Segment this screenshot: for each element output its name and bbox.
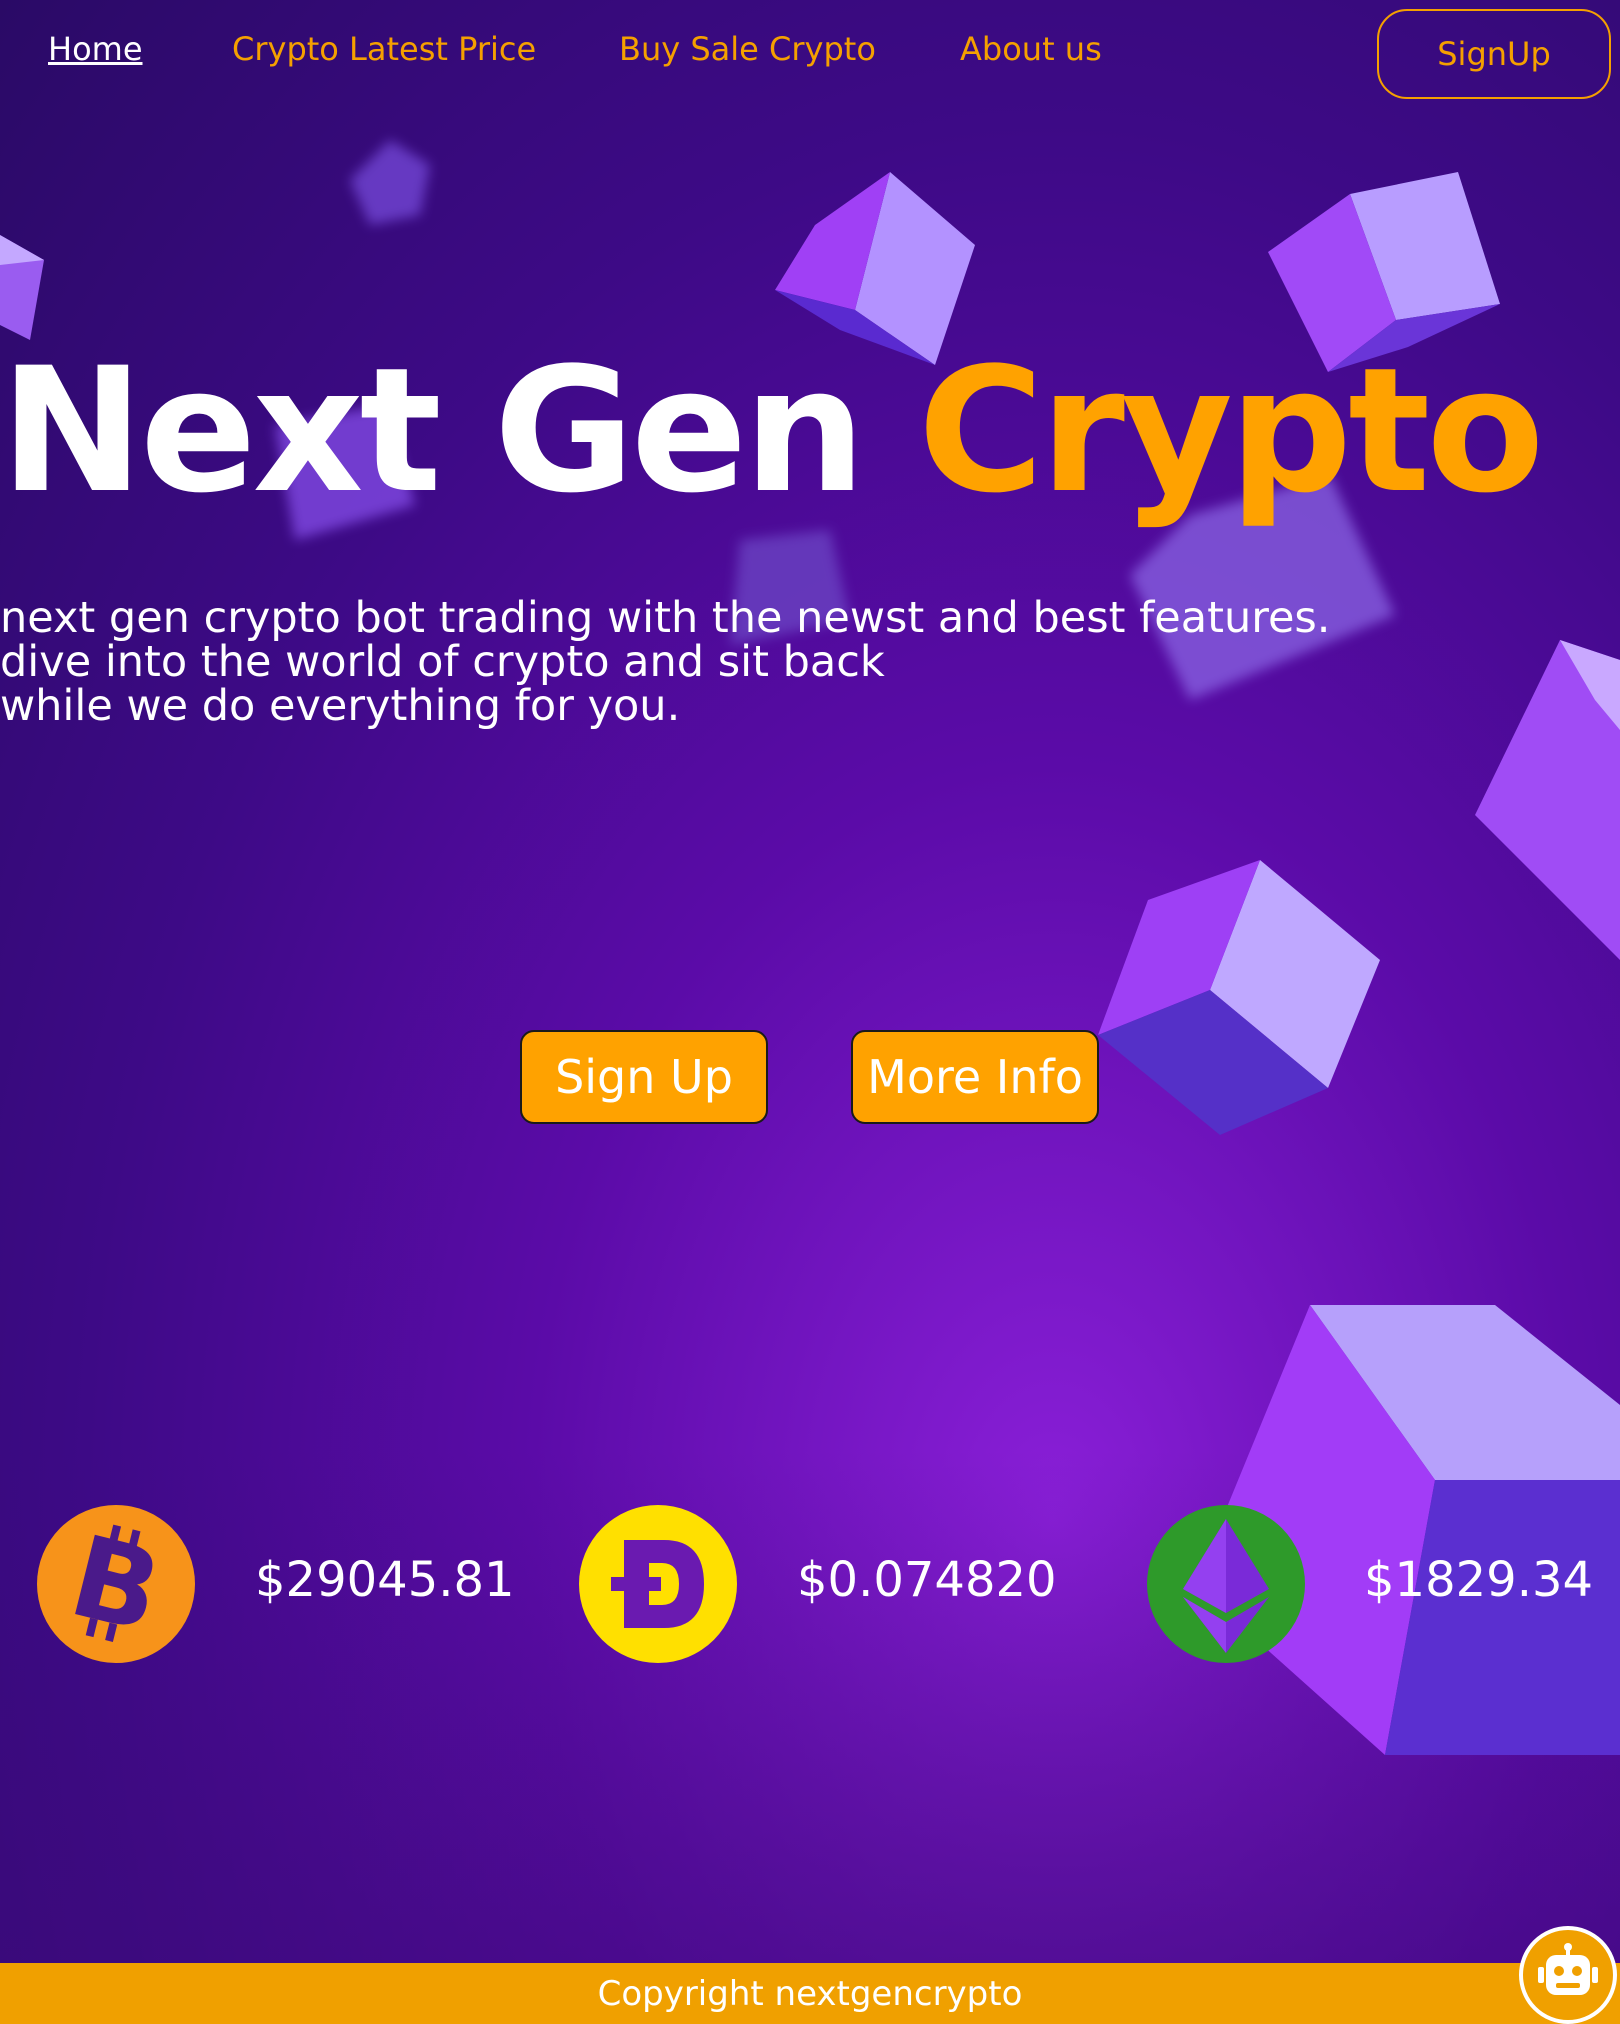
cube-decoration	[340, 135, 440, 235]
cube-decoration	[0, 225, 50, 345]
footer: Copyright nextgencrypto	[0, 1963, 1620, 2024]
hero-description-line: dive into the world of crypto and sit ba…	[0, 637, 885, 687]
hero-description: next gen crypto bot trading with the new…	[0, 596, 1400, 728]
cube-decoration	[1098, 860, 1380, 1135]
nav-home-link[interactable]: Home	[48, 30, 143, 68]
ethereum-price: $1829.34	[1364, 1552, 1594, 1608]
bitcoin-icon: B	[37, 1505, 195, 1663]
nav-about-us-link[interactable]: About us	[960, 30, 1102, 68]
top-navigation: Home Crypto Latest Price Buy Sale Crypto…	[0, 0, 1620, 110]
nav-crypto-latest-price-link[interactable]: Crypto Latest Price	[232, 30, 536, 68]
cube-decoration	[1475, 640, 1620, 960]
chatbot-icon[interactable]	[1519, 1926, 1617, 2024]
copyright-text: Copyright nextgencrypto	[597, 1973, 1023, 2014]
bitcoin-price: $29045.81	[255, 1552, 515, 1608]
hero-title-part1: Next Gen	[0, 330, 866, 531]
hero-signup-button[interactable]: Sign Up	[520, 1030, 768, 1124]
hero-title-part2: Crypto	[917, 330, 1545, 531]
hero-more-info-button[interactable]: More Info	[851, 1030, 1099, 1124]
hero-description-line: next gen crypto bot trading with the new…	[0, 593, 1331, 643]
hero-description-line: while we do everything for you.	[0, 681, 681, 731]
hero-title: Next Gen Crypto	[0, 345, 1545, 517]
ethereum-icon	[1147, 1505, 1305, 1663]
signup-button[interactable]: SignUp	[1377, 9, 1611, 99]
dogecoin-icon	[579, 1505, 737, 1663]
nav-buy-sale-crypto-link[interactable]: Buy Sale Crypto	[619, 30, 876, 68]
dogecoin-price: $0.074820	[797, 1552, 1057, 1608]
